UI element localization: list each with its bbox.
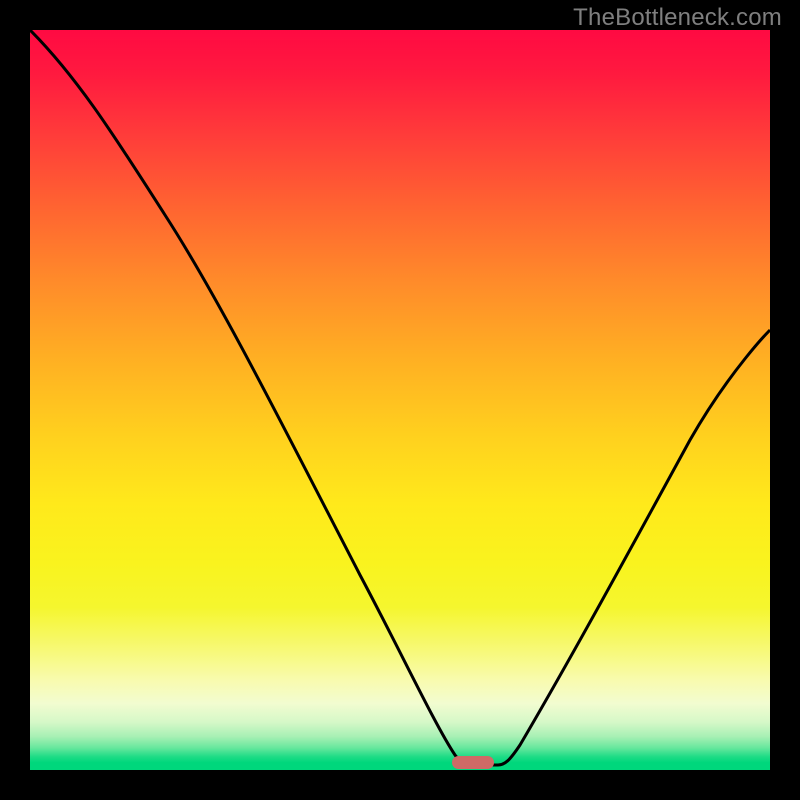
chart-frame: TheBottleneck.com [0,0,800,800]
curve-path [30,30,770,765]
watermark-text: TheBottleneck.com [573,4,782,32]
bottleneck-curve [30,30,770,770]
optimum-marker [452,756,494,769]
plot-area [30,30,770,770]
